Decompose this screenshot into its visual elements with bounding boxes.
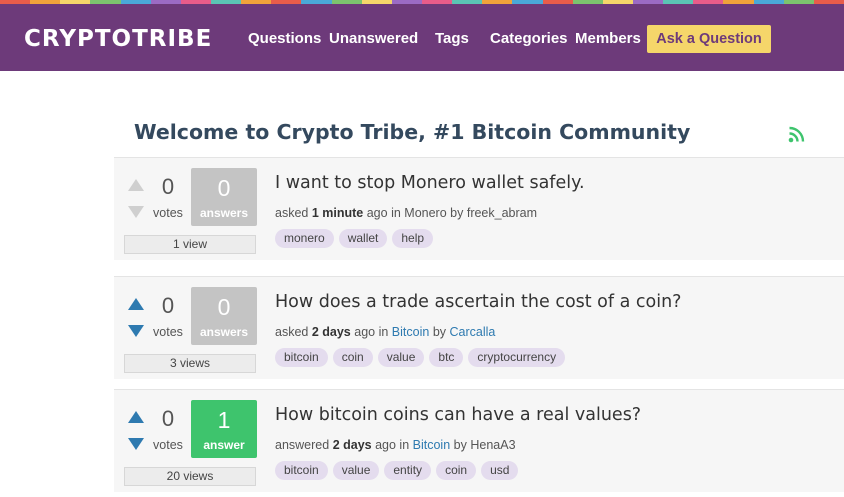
category-link[interactable]: Monero (404, 206, 446, 220)
author-link[interactable]: freek_abram (467, 206, 537, 220)
view-count: 3 views (124, 354, 256, 373)
answers-label: answers (199, 206, 249, 220)
nav-unanswered[interactable]: Unanswered (329, 30, 418, 47)
tag[interactable]: coin (332, 348, 373, 367)
vote-down-icon[interactable] (128, 325, 144, 337)
question-title[interactable]: I want to stop Monero wallet safely. (275, 173, 585, 193)
question-meta: asked 1 minute ago in Monero by freek_ab… (275, 206, 538, 220)
tag[interactable]: value (377, 348, 425, 367)
answer-count-box: 0 answers (191, 287, 257, 345)
meta-time: 1 minute (311, 206, 364, 220)
vote-up-icon[interactable] (128, 179, 144, 191)
vote-count: 0 (161, 406, 175, 431)
tag[interactable]: value (332, 461, 380, 480)
tag[interactable]: help (392, 229, 434, 248)
vote-count: 0 (161, 293, 175, 318)
tag[interactable]: entity (384, 461, 432, 480)
votes-label: votes (153, 206, 183, 220)
answers-label: answers (199, 325, 249, 339)
question-meta: asked 2 days ago in Bitcoin by Carcalla (275, 325, 496, 339)
site-logo[interactable]: CRYPTOTRIBE (24, 26, 212, 52)
category-link[interactable]: Bitcoin (413, 438, 451, 452)
question-title[interactable]: How bitcoin coins can have a real values… (275, 405, 641, 425)
votes-label: votes (153, 325, 183, 339)
nav-tags[interactable]: Tags (435, 30, 469, 47)
tag[interactable]: coin (436, 461, 477, 480)
view-count: 1 view (124, 235, 256, 254)
vote-down-icon[interactable] (128, 206, 144, 218)
question-item: 0 votes 0 answers 3 views How does a tra… (114, 276, 844, 379)
rss-icon[interactable] (788, 125, 806, 143)
page-title: Welcome to Crypto Tribe, #1 Bitcoin Comm… (134, 120, 691, 144)
author-link[interactable]: HenaA3 (470, 438, 515, 452)
votes-label: votes (153, 438, 183, 452)
question-title[interactable]: How does a trade ascertain the cost of a… (275, 292, 681, 312)
tag[interactable]: bitcoin (275, 348, 328, 367)
author-link[interactable]: Carcalla (450, 325, 496, 339)
question-item: 0 votes 1 answer 20 views How bitcoin co… (114, 389, 844, 492)
answer-count: 0 (217, 175, 231, 201)
tag[interactable]: monero (275, 229, 334, 248)
answers-label: answer (203, 438, 245, 452)
tag[interactable]: wallet (338, 229, 388, 248)
vote-up-icon[interactable] (128, 298, 144, 310)
tag[interactable]: cryptocurrency (468, 348, 566, 367)
answer-count-box: 1 answer (191, 400, 257, 458)
nav-members[interactable]: Members (575, 30, 641, 47)
vote-count: 0 (161, 174, 175, 199)
tag[interactable]: btc (429, 348, 464, 367)
view-count: 20 views (124, 467, 256, 486)
nav-categories[interactable]: Categories (490, 30, 568, 47)
tag[interactable]: usd (481, 461, 519, 480)
meta-time: 2 days (311, 325, 351, 339)
vote-up-icon[interactable] (128, 411, 144, 423)
tag-list: monero wallet help (275, 229, 434, 248)
tag-list: bitcoin coin value btc cryptocurrency (275, 348, 566, 367)
answer-count: 0 (217, 294, 231, 320)
answer-count-box: 0 answers (191, 168, 257, 226)
site-header: CRYPTOTRIBE Questions Unanswered Tags Ca… (0, 4, 844, 71)
tag-list: bitcoin value entity coin usd (275, 461, 519, 480)
meta-time: 2 days (332, 438, 372, 452)
ask-question-button[interactable]: Ask a Question (647, 25, 771, 53)
nav-questions[interactable]: Questions (248, 30, 321, 47)
question-item: 0 votes 0 answers 1 view I want to stop … (114, 157, 844, 260)
vote-down-icon[interactable] (128, 438, 144, 450)
tag[interactable]: bitcoin (275, 461, 328, 480)
category-link[interactable]: Bitcoin (392, 325, 430, 339)
answer-count: 1 (217, 407, 231, 433)
question-meta: answered 2 days ago in Bitcoin by HenaA3 (275, 438, 516, 452)
